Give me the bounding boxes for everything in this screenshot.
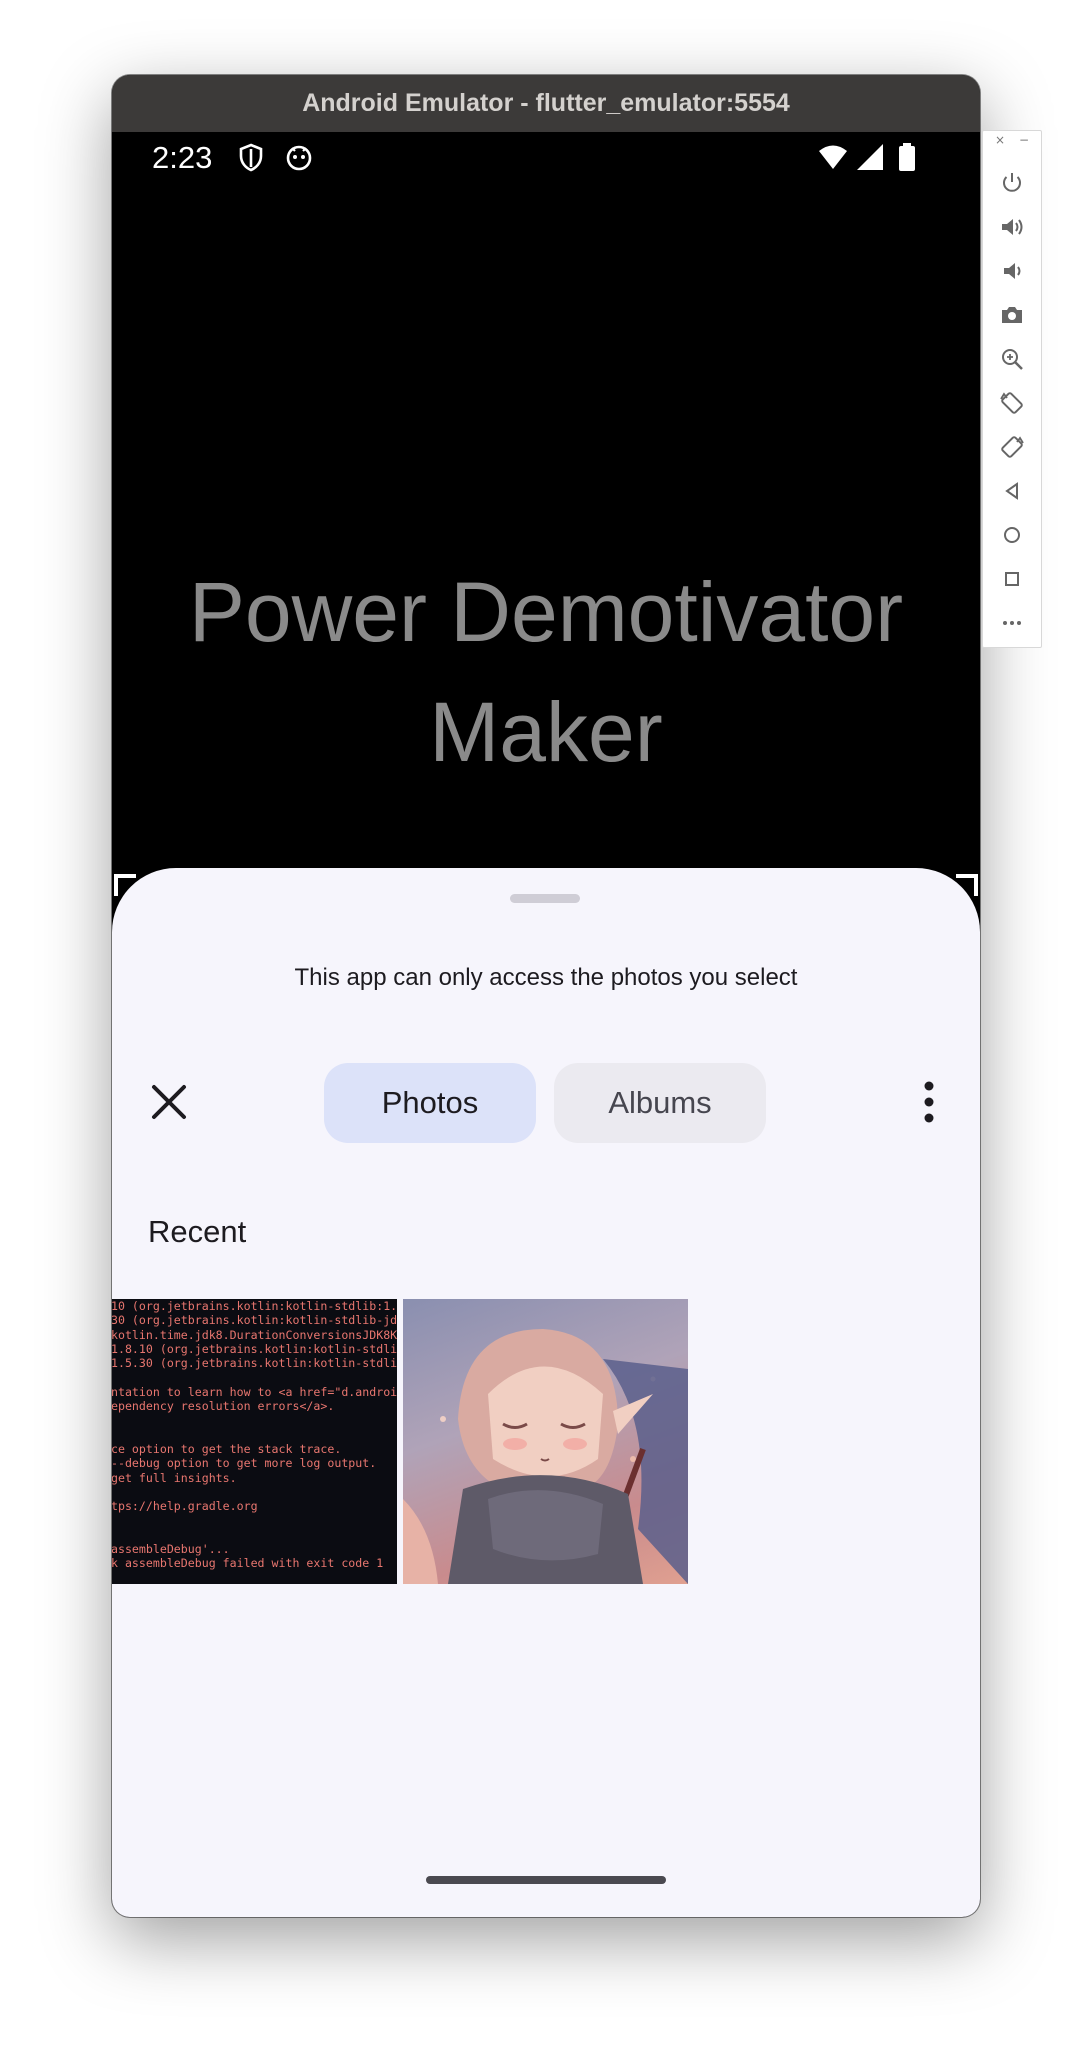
device-screen: 2:23 Power Demotivator Maker This app ca… bbox=[112, 132, 980, 1917]
photo-thumbnail[interactable] bbox=[403, 1299, 688, 1584]
section-recent: Recent bbox=[148, 1214, 247, 1249]
app-title-line-1: Power Demotivator bbox=[188, 565, 904, 659]
emulator-toolbar: × − bbox=[982, 130, 1042, 648]
wifi-icon bbox=[819, 145, 847, 169]
zoom-icon[interactable] bbox=[998, 345, 1026, 373]
shield-icon bbox=[239, 143, 263, 172]
status-clock: 2:23 bbox=[152, 140, 213, 175]
more-options-icon[interactable] bbox=[919, 1078, 939, 1126]
more-icon[interactable] bbox=[998, 609, 1026, 637]
home-icon[interactable] bbox=[998, 521, 1026, 549]
battery-icon bbox=[899, 143, 915, 171]
close-icon[interactable] bbox=[148, 1081, 190, 1123]
cell-signal-icon bbox=[857, 144, 883, 170]
tab-albums[interactable]: Albums bbox=[554, 1063, 766, 1143]
tab-photos[interactable]: Photos bbox=[324, 1063, 536, 1143]
status-bar: 2:23 bbox=[112, 132, 980, 182]
app-title: Power Demotivator Maker bbox=[112, 552, 980, 792]
gesture-home-bar[interactable] bbox=[426, 1876, 666, 1884]
back-icon[interactable] bbox=[998, 477, 1026, 505]
overview-icon[interactable] bbox=[998, 565, 1026, 593]
rotate-left-icon[interactable] bbox=[998, 389, 1026, 417]
tab-albums-label: Albums bbox=[608, 1085, 712, 1120]
access-notice: This app can only access the photos you … bbox=[294, 964, 798, 991]
photo-picker-sheet: This app can only access the photos you … bbox=[112, 868, 980, 1917]
tab-photos-label: Photos bbox=[381, 1085, 479, 1120]
anime-illustration-image bbox=[403, 1329, 688, 1584]
close-icon[interactable]: × bbox=[995, 133, 1005, 147]
window-title: Android Emulator - flutter_emulator:5554 bbox=[112, 75, 980, 132]
minimize-icon[interactable]: − bbox=[1019, 133, 1029, 147]
rotate-right-icon[interactable] bbox=[998, 433, 1026, 461]
app-title-line-2: Maker bbox=[429, 685, 663, 779]
drag-handle[interactable] bbox=[510, 894, 580, 903]
camera-icon[interactable] bbox=[998, 301, 1026, 329]
terminal-screenshot-text: .10 (org.jetbrains.kotlin:kotlin-stdlib:… bbox=[112, 1299, 397, 1571]
photo-thumbnail[interactable]: .10 (org.jetbrains.kotlin:kotlin-stdlib:… bbox=[112, 1299, 397, 1584]
volume-up-icon[interactable] bbox=[998, 213, 1026, 241]
power-icon[interactable] bbox=[998, 169, 1026, 197]
emulator-window: Android Emulator - flutter_emulator:5554… bbox=[112, 75, 980, 1917]
volume-down-icon[interactable] bbox=[998, 257, 1026, 285]
android-robot-icon bbox=[286, 145, 312, 171]
